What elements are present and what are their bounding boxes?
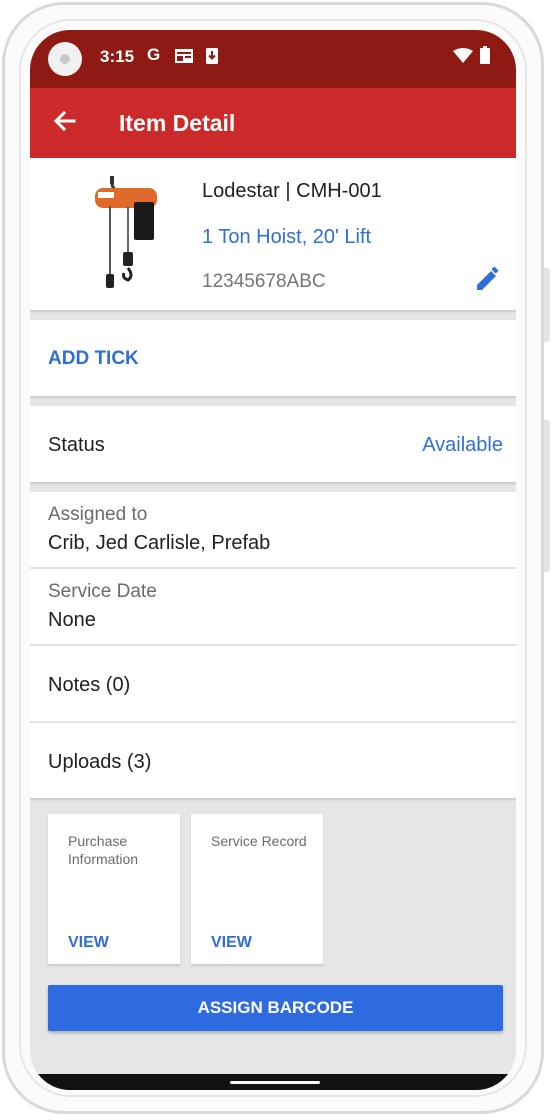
google-icon: G	[147, 45, 161, 64]
assigned-label: Assigned to	[48, 504, 148, 525]
uploads-row[interactable]: Uploads (3)	[48, 751, 151, 774]
status-bar: 3:15 G	[30, 30, 516, 88]
divider	[30, 567, 516, 569]
navigation-bar	[30, 1074, 516, 1090]
home-handle[interactable]	[230, 1081, 320, 1084]
status-value: Available	[422, 434, 503, 456]
volume-button	[544, 268, 550, 342]
battery-icon	[480, 46, 490, 69]
camera-cutout	[48, 42, 82, 76]
add-tick-card: ADD TICK	[30, 320, 516, 396]
add-tick-button[interactable]: ADD TICK	[48, 348, 139, 370]
view-button[interactable]: VIEW	[68, 934, 109, 952]
upload-tile: Purchase Information VIEW	[48, 814, 180, 964]
app-screen: 3:15 G Item Detail Lodestar | CMH-001 1 …	[30, 30, 516, 1090]
view-button[interactable]: VIEW	[211, 934, 252, 952]
item-name: Lodestar | CMH-001	[202, 180, 382, 202]
pencil-icon[interactable]	[473, 266, 501, 294]
download-icon	[205, 47, 219, 70]
news-icon	[174, 48, 194, 69]
arrow-back-icon[interactable]	[50, 106, 80, 136]
divider	[30, 644, 516, 646]
assign-barcode-button[interactable]: ASSIGN BARCODE	[48, 985, 503, 1031]
details-list: Assigned to Crib, Jed Carlisle, Prefab S…	[30, 492, 516, 798]
notes-row[interactable]: Notes (0)	[48, 674, 130, 697]
item-serial: 12345678ABC	[202, 271, 326, 292]
app-bar: Item Detail	[30, 88, 516, 158]
item-card: Lodestar | CMH-001 1 Ton Hoist, 20' Lift…	[30, 158, 516, 310]
wifi-icon	[453, 48, 473, 69]
clock: 3:15	[100, 47, 135, 66]
upload-tile: Service Record VIEW	[191, 814, 323, 964]
service-date-value: None	[48, 609, 96, 631]
status-label: Status	[48, 434, 105, 456]
upload-title: Purchase Information	[68, 833, 139, 867]
page-title: Item Detail	[119, 110, 236, 136]
divider	[30, 721, 516, 723]
upload-title: Service Record	[211, 833, 307, 849]
power-button	[544, 420, 550, 572]
chain-hoist-image	[90, 176, 160, 297]
status-row[interactable]: Status Available	[30, 406, 516, 482]
item-description[interactable]: 1 Ton Hoist, 20' Lift	[202, 226, 371, 249]
assigned-value: Crib, Jed Carlisle, Prefab	[48, 532, 271, 554]
service-date-label: Service Date	[48, 581, 157, 602]
